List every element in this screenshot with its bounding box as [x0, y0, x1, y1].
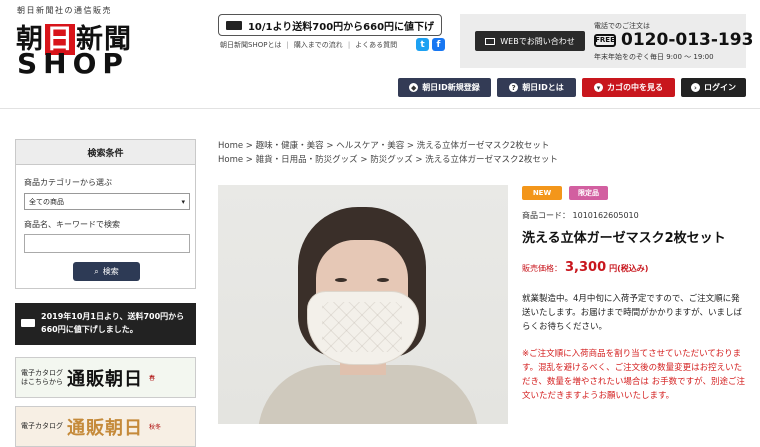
- facebook-icon[interactable]: f: [432, 38, 445, 51]
- about-id-label: 朝日IDとは: [522, 83, 564, 92]
- breadcrumb-home[interactable]: Home: [218, 155, 243, 165]
- shipping-notice-text: 10/1より送料700円から660円に値下げ: [247, 21, 435, 33]
- truck-icon: [225, 20, 242, 30]
- keyword-input[interactable]: [24, 234, 190, 253]
- view-cart-button[interactable]: ▾ カゴの中を見る: [582, 78, 675, 97]
- price-label: 販売価格：: [522, 264, 562, 273]
- search-button[interactable]: ⌕ 検索: [73, 262, 140, 281]
- login-button[interactable]: › ログイン: [681, 78, 746, 97]
- view-cart-label: カゴの中を見る: [607, 83, 663, 92]
- register-label: 朝日ID新規登録: [422, 83, 480, 92]
- catalog-caption: 電子カタログ はこちらから: [21, 369, 63, 387]
- link-about[interactable]: 朝日新聞SHOPとは: [220, 40, 281, 50]
- product-title: 洗える立体ガーゼマスク2枚セット: [522, 231, 726, 246]
- logo-shop[interactable]: SHOP: [17, 47, 129, 80]
- shipping-banner[interactable]: 2019年10月1日より、送料700円から660円に値下げしました。: [15, 303, 196, 345]
- site-tagline: 朝日新聞社の通信販売: [17, 6, 112, 15]
- search-panel-title: 検索条件: [16, 140, 195, 165]
- phone-number-text: 0120-013-193: [621, 30, 754, 50]
- login-icon: ›: [691, 83, 700, 92]
- price-row: 販売価格： 3,300 円(税込み): [522, 260, 648, 275]
- twitter-icon[interactable]: t: [416, 38, 429, 51]
- register-button[interactable]: ◆ 朝日ID新規登録: [398, 78, 491, 97]
- breadcrumb-item[interactable]: 防災グッズ: [370, 155, 413, 165]
- limited-badge: 限定品: [569, 186, 608, 200]
- shield-icon: ◆: [409, 83, 419, 92]
- web-contact-button[interactable]: WEBでお問い合わせ: [475, 31, 585, 51]
- shipping-banner-text: 2019年10月1日より、送料700円から660円に値下げしました。: [41, 312, 185, 334]
- order-note: ※ご注文順に入荷商品を割り当てさせていただいております。混乱を避けるべく、ご注文…: [522, 349, 745, 401]
- catalog-caption-line1: 電子カタログ: [21, 422, 63, 430]
- chevron-down-icon: ▾: [181, 197, 185, 206]
- catalog-title: 通販朝日: [67, 368, 143, 390]
- link-faq[interactable]: よくある質問: [355, 40, 397, 50]
- catalog-season-tag: 春: [149, 375, 156, 382]
- catalog-title: 通販朝日: [67, 417, 143, 439]
- keyword-label: 商品名、キーワードで検索: [24, 220, 120, 229]
- truck-icon: [21, 319, 35, 327]
- new-badge: NEW: [522, 186, 562, 200]
- catalog-caption: 電子カタログ: [21, 422, 63, 431]
- photo-mask: [307, 291, 419, 365]
- link-separator: |: [347, 41, 351, 49]
- price-value: 3,300: [565, 260, 607, 275]
- phone-number: FREE 0120-013-193: [594, 30, 753, 50]
- free-dial-icon: FREE: [594, 33, 616, 47]
- header-sublinks: 朝日新聞SHOPとは | 購入までの流れ | よくある質問: [220, 40, 397, 50]
- breadcrumb-item[interactable]: 趣味・健康・美容: [256, 141, 324, 151]
- photo-eyes: [335, 278, 391, 283]
- cart-icon: ▾: [594, 83, 603, 92]
- catalog-caption-line2: はこちらから: [21, 377, 63, 386]
- category-select-value: 全ての商品: [29, 197, 64, 206]
- catalog-caption-line1: 電子カタログ: [21, 368, 63, 377]
- product-code: 商品コード： 1010162605010: [522, 211, 639, 220]
- breadcrumb-item[interactable]: ヘルスケア・美容: [336, 141, 404, 151]
- login-label: ログイン: [704, 83, 736, 92]
- category-select[interactable]: 全ての商品 ▾: [24, 193, 190, 210]
- shipping-notice[interactable]: 10/1より送料700円から660円に値下げ: [218, 14, 442, 36]
- web-contact-label: WEBでお問い合わせ: [500, 36, 575, 46]
- breadcrumb: Home > 趣味・健康・美容 > ヘルスケア・美容 > 洗える立体ガーゼマスク…: [218, 141, 550, 151]
- business-hours: 年末年始をのぞく毎日 9:00 〜 19:00: [594, 53, 714, 61]
- catalog-season-tag: 秋冬: [149, 424, 162, 431]
- breadcrumb-current: 洗える立体ガーゼマスク2枚セット: [425, 155, 558, 165]
- search-icon: ⌕: [94, 266, 99, 276]
- category-label: 商品カテゴリーから選ぶ: [24, 178, 112, 187]
- link-flow[interactable]: 購入までの流れ: [294, 40, 343, 50]
- search-button-label: 検索: [102, 267, 119, 276]
- about-id-button[interactable]: ? 朝日IDとは: [497, 78, 576, 97]
- question-icon: ?: [509, 83, 519, 92]
- product-image[interactable]: [218, 185, 508, 424]
- price-suffix: 円(税込み): [609, 264, 649, 273]
- breadcrumb-home[interactable]: Home: [218, 141, 243, 151]
- breadcrumb-item[interactable]: 雑貨・日用品・防災グッズ: [256, 155, 358, 165]
- header-divider: [0, 108, 760, 109]
- breadcrumb: Home > 雑貨・日用品・防災グッズ > 防災グッズ > 洗える立体ガーゼマス…: [218, 155, 558, 165]
- link-separator: |: [286, 41, 289, 49]
- breadcrumb-current: 洗える立体ガーゼマスク2枚セット: [416, 141, 550, 151]
- catalog-banner-spring[interactable]: 電子カタログ はこちらから 通販朝日 春: [15, 357, 196, 398]
- product-description: 就業製造中。4月中旬に入荷予定ですので、ご注文順に発送いたします。お届けまで時間…: [522, 294, 742, 332]
- catalog-banner-autumn[interactable]: 電子カタログ 通販朝日 秋冬: [15, 406, 196, 447]
- envelope-icon: [485, 37, 496, 45]
